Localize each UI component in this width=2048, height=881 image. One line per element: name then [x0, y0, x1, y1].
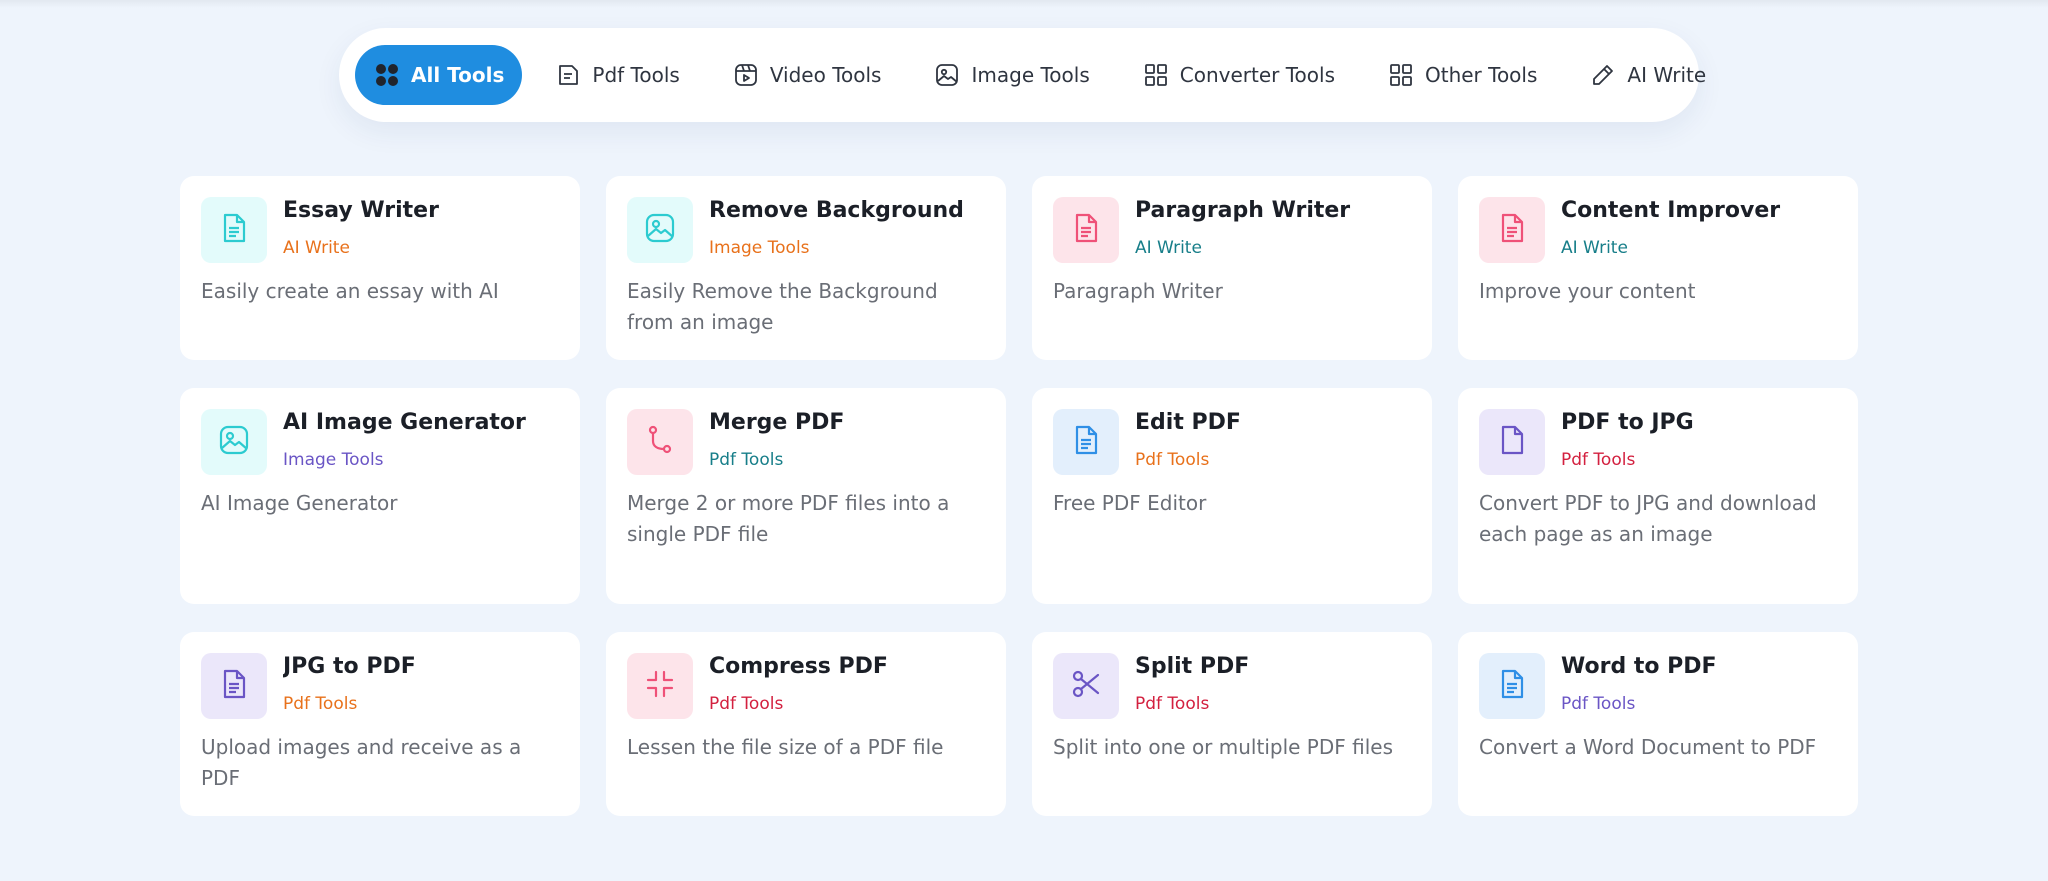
document-icon: [217, 667, 251, 705]
tab-image-tools[interactable]: Image Tools: [911, 45, 1111, 105]
document-icon: [1069, 423, 1103, 461]
tool-card-merge-pdf[interactable]: Merge PDF Pdf Tools Merge 2 or more PDF …: [606, 388, 1006, 604]
tool-title: Remove Background: [709, 198, 964, 223]
tool-description: AI Image Generator: [201, 491, 398, 515]
tool-category: Pdf Tools: [1135, 450, 1210, 470]
image-icon: [643, 211, 677, 249]
tool-description: Convert PDF to JPG and download each pag…: [1479, 491, 1817, 546]
tool-card-content-improver[interactable]: Content Improver AI Write Improve your c…: [1458, 176, 1858, 360]
grid-icon: [1387, 61, 1415, 89]
tab-all-tools[interactable]: All Tools: [355, 45, 523, 105]
document-icon: [217, 211, 251, 249]
tool-title: Essay Writer: [283, 198, 439, 223]
tool-card-jpg-to-pdf[interactable]: JPG to PDF Pdf Tools Upload images and r…: [180, 632, 580, 816]
tab-label: Converter Tools: [1179, 63, 1335, 87]
grid-dots-icon: [373, 61, 401, 89]
tool-title: Edit PDF: [1135, 410, 1241, 435]
tool-description: Merge 2 or more PDF files into a single …: [627, 491, 950, 546]
tool-category: Pdf Tools: [709, 450, 784, 470]
tool-icon-tile: [627, 653, 693, 719]
tool-title: JPG to PDF: [283, 654, 416, 679]
pencil-icon: [1589, 61, 1617, 89]
tool-category: Pdf Tools: [1561, 694, 1636, 714]
tool-card-paragraph-writer[interactable]: Paragraph Writer AI Write Paragraph Writ…: [1032, 176, 1432, 360]
tool-description: Easily create an essay with AI: [201, 279, 499, 303]
tab-label: Image Tools: [971, 63, 1090, 87]
tool-card-essay-writer[interactable]: Essay Writer AI Write Easily create an e…: [180, 176, 580, 360]
tool-category: Pdf Tools: [709, 694, 784, 714]
document-icon: [1069, 211, 1103, 249]
top-shadow: [0, 0, 2048, 8]
tool-icon-tile: [201, 409, 267, 475]
tool-title: Word to PDF: [1561, 654, 1717, 679]
file-icon: [554, 61, 582, 89]
tool-category: Image Tools: [283, 450, 384, 470]
tool-icon-tile: [1053, 653, 1119, 719]
tool-description: Improve your content: [1479, 279, 1696, 303]
tool-card-split-pdf[interactable]: Split PDF Pdf Tools Split into one or mu…: [1032, 632, 1432, 816]
tool-title: Paragraph Writer: [1135, 198, 1351, 223]
tab-video-tools[interactable]: Video Tools: [710, 45, 904, 105]
merge-icon: [643, 423, 677, 461]
tool-category: Pdf Tools: [1135, 694, 1210, 714]
tool-description: Upload images and receive as a PDF: [201, 735, 522, 790]
tool-card-compress-pdf[interactable]: Compress PDF Pdf Tools Lessen the file s…: [606, 632, 1006, 816]
tool-icon-tile: [627, 409, 693, 475]
tool-category: Image Tools: [709, 238, 810, 258]
tab-converter-tools[interactable]: Converter Tools: [1120, 45, 1357, 105]
tool-description: Lessen the file size of a PDF file: [627, 735, 944, 759]
tab-label: AI Write: [1627, 63, 1707, 87]
image-icon: [217, 423, 251, 461]
tool-category: AI Write: [1135, 238, 1202, 258]
tab-ai-write[interactable]: AI Write: [1567, 45, 1728, 105]
tool-title: Merge PDF: [709, 410, 845, 435]
category-tab-bar: All Tools Pdf Tools Video Tools Image To…: [339, 28, 1706, 122]
tool-title: Split PDF: [1135, 654, 1250, 679]
tool-card-word-to-pdf[interactable]: Word to PDF Pdf Tools Convert a Word Doc…: [1458, 632, 1858, 816]
tab-other-tools[interactable]: Other Tools: [1365, 45, 1559, 105]
tool-icon-tile: [1479, 409, 1545, 475]
tool-title: AI Image Generator: [283, 410, 526, 435]
compress-icon: [643, 667, 677, 705]
tool-description: Convert a Word Document to PDF: [1479, 735, 1817, 759]
tool-description: Easily Remove the Background from an ima…: [627, 279, 938, 334]
tool-card-edit-pdf[interactable]: Edit PDF Pdf Tools Free PDF Editor: [1032, 388, 1432, 604]
tab-pdf-tools[interactable]: Pdf Tools: [532, 45, 701, 105]
tool-icon-tile: [1053, 197, 1119, 263]
tool-category: AI Write: [283, 238, 350, 258]
document-icon: [1495, 667, 1529, 705]
tool-title: Content Improver: [1561, 198, 1781, 223]
tool-description: Free PDF Editor: [1053, 491, 1207, 515]
tool-title: Compress PDF: [709, 654, 888, 679]
tool-icon-tile: [1479, 653, 1545, 719]
tab-label: Video Tools: [769, 63, 882, 87]
tool-card-ai-image-generator[interactable]: AI Image Generator Image Tools AI Image …: [180, 388, 580, 604]
tool-title: PDF to JPG: [1561, 410, 1694, 435]
tool-icon-tile: [1053, 409, 1119, 475]
tool-icon-tile: [1479, 197, 1545, 263]
tool-card-remove-background[interactable]: Remove Background Image Tools Easily Rem…: [606, 176, 1006, 360]
tool-category: AI Write: [1561, 238, 1628, 258]
tab-label: All Tools: [411, 63, 505, 87]
video-icon: [732, 61, 760, 89]
tool-description: Split into one or multiple PDF files: [1053, 735, 1393, 759]
tool-card-pdf-to-jpg[interactable]: PDF to JPG Pdf Tools Convert PDF to JPG …: [1458, 388, 1858, 604]
tab-label: Pdf Tools: [592, 63, 680, 87]
tool-description: Paragraph Writer: [1053, 279, 1223, 303]
file-blank-icon: [1495, 423, 1529, 461]
scissors-icon: [1069, 667, 1103, 705]
grid-icon: [1142, 61, 1170, 89]
tool-category: Pdf Tools: [283, 694, 358, 714]
tool-icon-tile: [627, 197, 693, 263]
tool-icon-tile: [201, 653, 267, 719]
tool-icon-tile: [201, 197, 267, 263]
tab-label: Other Tools: [1424, 63, 1538, 87]
tool-category: Pdf Tools: [1561, 450, 1636, 470]
image-icon: [933, 61, 961, 89]
document-icon: [1495, 211, 1529, 249]
